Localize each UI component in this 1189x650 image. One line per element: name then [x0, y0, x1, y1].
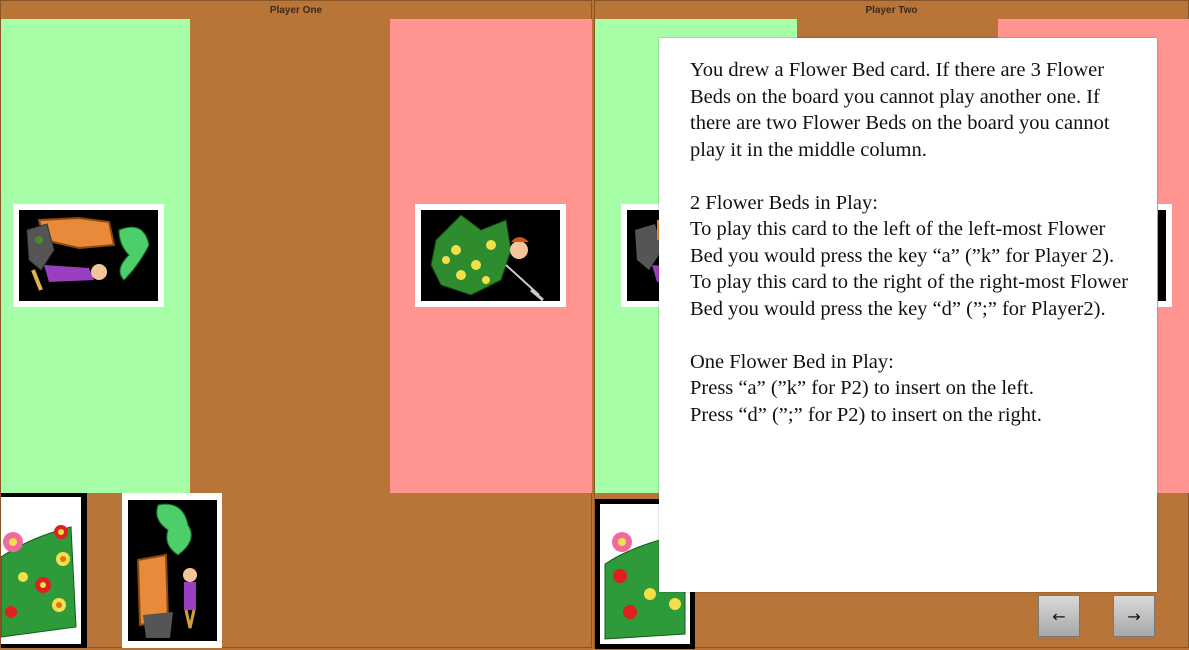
tree-gardener-icon [421, 210, 560, 301]
instruction-dialog: You drew a Flower Bed card. If there are… [659, 38, 1157, 592]
carrot-gardener-icon [19, 210, 158, 301]
instruction-intro: You drew a Flower Bed card. If there are… [690, 59, 1110, 161]
board-card-tree[interactable] [1158, 204, 1172, 307]
instruction-text: You drew a Flower Bed card. If there are… [690, 57, 1140, 428]
one-bed-line-2: Press “d” (”;” for P2) to insert on the … [690, 403, 1042, 426]
carrot-gardener-icon [128, 500, 217, 641]
two-beds-heading: 2 Flower Beds in Play: [690, 191, 878, 214]
player-two-title: Player Two [865, 5, 918, 16]
one-bed-heading: One Flower Bed in Play: [690, 350, 894, 373]
prev-button[interactable]: ← [1038, 595, 1080, 637]
board-card-carrot[interactable] [13, 204, 164, 307]
one-bed-line-1: Press “a” (”k” for P2) to insert on the … [690, 377, 1034, 399]
two-beds-text: To play this card to the left of the lef… [690, 218, 1129, 320]
board-card-tree[interactable] [415, 204, 566, 307]
hand-card-flower-bed[interactable] [1, 493, 87, 648]
player-one-panel: Player One [0, 0, 592, 648]
hand-card-carrot[interactable] [122, 493, 222, 648]
arrow-right-icon: → [1127, 606, 1141, 626]
player-one-title: Player One [269, 5, 323, 16]
arrow-left-icon: ← [1052, 606, 1066, 626]
flower-bed-icon [1, 497, 81, 644]
next-button[interactable]: → [1113, 595, 1155, 637]
